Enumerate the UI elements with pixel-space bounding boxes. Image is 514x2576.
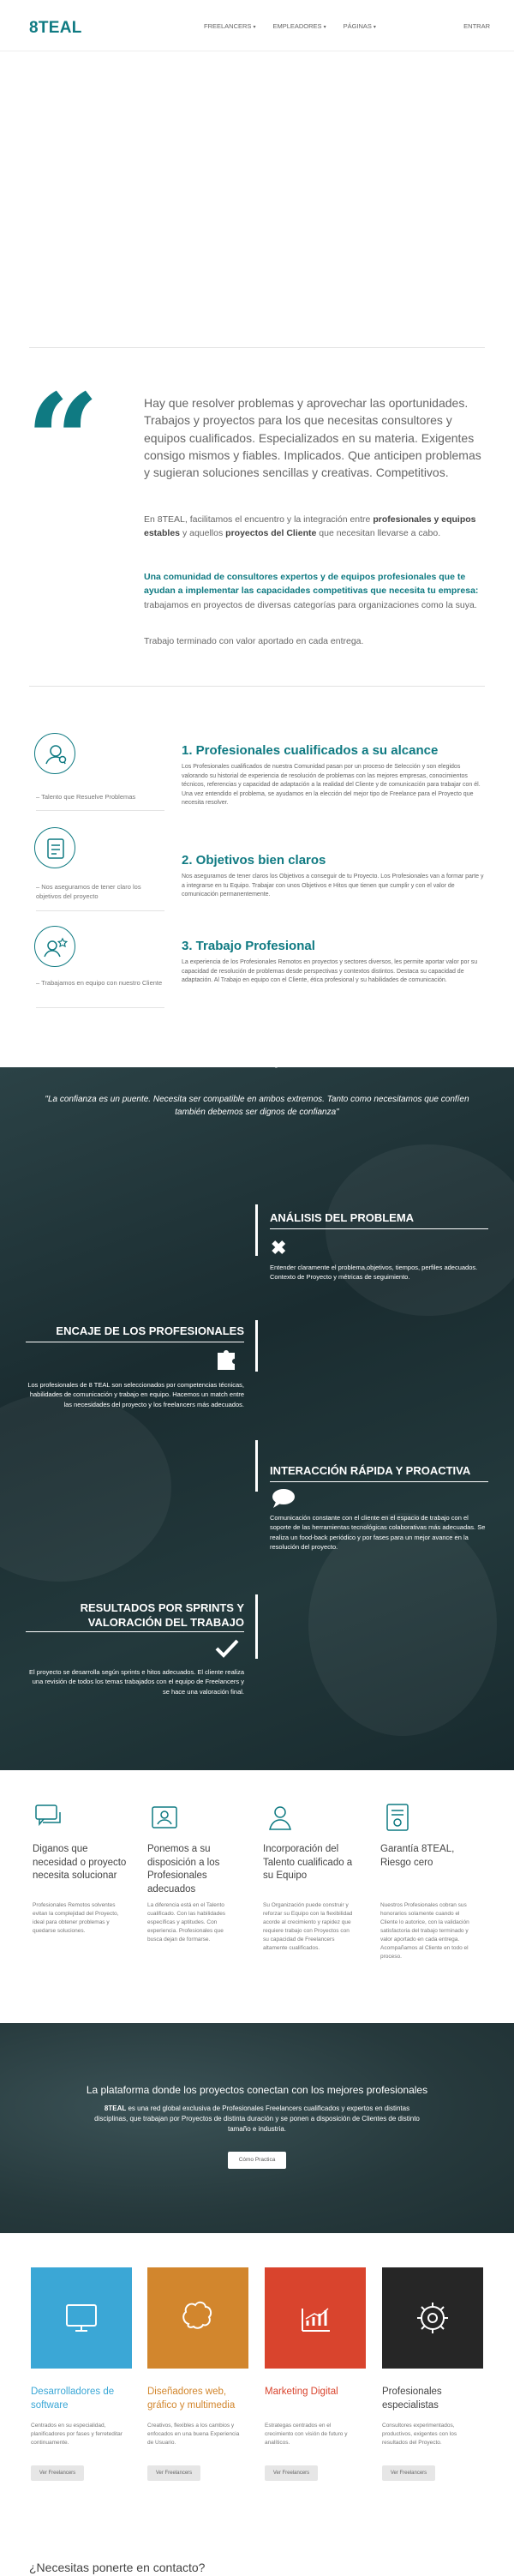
divider	[29, 686, 485, 687]
nav-label: EMPLEADORES	[272, 22, 322, 30]
step-title: RESULTADOS POR SPRINTS Y VALORACIÓN DEL T…	[17, 1601, 244, 1630]
service-title[interactable]: Profesionales especialistas	[382, 2386, 483, 2412]
feature-text: Nos aseguramos de tener claros los Objet…	[182, 874, 484, 898]
contact-heading: ¿Necesitas ponerte en contacto?	[29, 2561, 206, 2574]
text: trabajamos en proyectos de diversas cate…	[144, 599, 477, 610]
growth-chart-icon[interactable]	[265, 2267, 366, 2369]
chevron-down-icon: ▾	[323, 25, 326, 30]
feature-caption: – Talento que Resuelve Problemas	[36, 793, 136, 801]
service-title[interactable]: Desarrolladores de software	[31, 2386, 132, 2412]
nav-label: PÁGINAS	[343, 22, 372, 30]
divider	[36, 810, 164, 811]
login-link[interactable]: ENTRAR	[463, 22, 490, 32]
step-card-title: Garantía 8TEAL, Riesgo cero	[380, 1844, 455, 1868]
intro-lead: Hay que resolver problemas y aprovechar …	[144, 396, 481, 480]
step-title: ENCAJE DE LOS PROFESIONALES	[56, 1324, 244, 1337]
chevron-down-icon: ▾	[253, 25, 256, 30]
nav-label: FREELANCERS	[204, 22, 252, 30]
step-card-text: Profesionales Remotos solventes evitan l…	[33, 1902, 119, 1935]
checklist-icon	[34, 827, 75, 868]
chat-icon	[33, 1800, 67, 1834]
service-title[interactable]: Marketing Digital	[265, 2386, 366, 2399]
step-text: Los profesionales de 8 TEAL son seleccio…	[27, 1381, 244, 1408]
step-title-line: VALORACIÓN DEL TRABAJO	[87, 1615, 244, 1629]
banner-button[interactable]: Cómo Practica	[228, 2152, 286, 2169]
step-card-text: Nuestros Profesionales cobran sus honora…	[380, 1902, 469, 1961]
feature-caption: – Nos aseguramos de tener claro los obje…	[36, 883, 141, 900]
certificate-icon	[380, 1800, 415, 1834]
step-title: ANÁLISIS DEL PROBLEMA	[270, 1211, 415, 1224]
text: En 8TEAL, facilitamos el encuentro y la …	[144, 514, 374, 525]
feature-title: 3. Trabajo Profesional	[182, 939, 315, 953]
team-star-icon	[34, 926, 75, 967]
step-card-title: Ponemos a su disposición a los Profesion…	[147, 1844, 220, 1894]
divider	[270, 1481, 488, 1482]
gear-icon[interactable]	[382, 2267, 483, 2369]
id-card-icon	[147, 1800, 182, 1834]
feature-caption: – Trabajamos en equipo con nuestro Clien…	[36, 979, 163, 987]
divider	[36, 1007, 164, 1008]
divider	[36, 910, 164, 911]
nav-empleadores[interactable]: EMPLEADORES ▾	[272, 22, 326, 32]
timeline-line	[255, 1320, 258, 1372]
service-text: Creativos, flexibles a los cambios y enf…	[147, 2423, 240, 2447]
intro-paragraph-2: Una comunidad de consultores expertos y …	[144, 570, 487, 612]
service-text: Estrategas centrados en el crecimiento c…	[265, 2423, 348, 2447]
step-card-title: Diganos que necesidad o proyecto necesit…	[33, 1844, 127, 1882]
feature-title: 1. Profesionales cualificados a su alcan…	[182, 743, 439, 758]
user-icon	[263, 1800, 297, 1834]
text: es una red global exclusiva de Profesion…	[94, 2105, 420, 2133]
how-we-work-section	[0, 1067, 514, 1770]
step-card-title: Incorporación del Talento cualificado a …	[263, 1844, 353, 1882]
step-text: Comunicación constante con el cliente en…	[270, 1514, 486, 1551]
step-text: El proyecto se desarrolla según sprints …	[29, 1668, 244, 1696]
main-nav: FREELANCERS ▾ EMPLEADORES ▾ PÁGINAS ▾	[204, 22, 376, 32]
nav-freelancers[interactable]: FREELANCERS ▾	[204, 22, 255, 32]
logo[interactable]: 8TEAL	[29, 16, 82, 40]
step-title-line: RESULTADOS POR SPRINTS Y	[80, 1601, 244, 1614]
divider	[270, 1228, 488, 1229]
intro-paragraph-3: Trabajo terminado con valor aportado en …	[144, 636, 364, 646]
service-text: Consultores experimentados, productivos,…	[382, 2423, 457, 2447]
step-card-text: La diferencia está en el Talento cualifi…	[147, 1902, 226, 1943]
close-icon: ✖	[271, 1237, 287, 1258]
section-title: Cómo trabajamos	[199, 1054, 315, 1068]
section-quote: "La confianza es un puente. Necesita ser…	[45, 1095, 469, 1117]
view-freelancers-button[interactable]: Ver Freelancers	[31, 2465, 84, 2481]
text: y aquellos	[180, 528, 226, 539]
step-title: INTERACCIÓN RÁPIDA Y PROACTIVA	[270, 1464, 471, 1477]
view-freelancers-button[interactable]: Ver Freelancers	[147, 2465, 200, 2481]
view-freelancers-button[interactable]: Ver Freelancers	[382, 2465, 435, 2481]
divider	[26, 1631, 244, 1632]
brain-icon[interactable]	[147, 2267, 248, 2369]
check-icon	[214, 1637, 240, 1661]
text-highlight: Una comunidad de consultores expertos y …	[144, 572, 479, 597]
text: que necesitan llevarse a cabo.	[316, 528, 441, 539]
view-freelancers-button[interactable]: Ver Freelancers	[265, 2465, 318, 2481]
puzzle-icon	[214, 1346, 240, 1375]
step-text: Entender claramente el problema,objetivo…	[270, 1264, 478, 1282]
divider	[29, 347, 485, 348]
site-header: 8TEAL FREELANCERS ▾ EMPLEADORES ▾ PÁGINAS ▾…	[0, 0, 514, 51]
quote-mark-icon: “	[26, 366, 100, 517]
text-strong: proyectos del Cliente	[225, 528, 317, 539]
intro-paragraph-1: En 8TEAL, facilitamos el encuentro y la …	[144, 513, 487, 541]
timeline-line	[255, 1440, 258, 1492]
service-title[interactable]: Diseñadores web, gráfico y multimedia	[147, 2386, 248, 2412]
feature-text: La experiencia de los Profesionales Remo…	[182, 959, 478, 983]
banner-title: La plataforma donde los proyectos conect…	[86, 2084, 428, 2096]
text-strong: 8TEAL	[104, 2105, 127, 2112]
user-gear-icon	[34, 733, 75, 774]
step-card-text: Su Organización puede construir y reforz…	[263, 1902, 353, 1952]
chevron-down-icon: ▾	[373, 25, 376, 30]
feature-title: 2. Objetivos bien claros	[182, 853, 326, 868]
feature-text: Los Profesionales cualificados de nuestr…	[182, 764, 481, 806]
chat-bubble-icon	[271, 1487, 296, 1513]
timeline-line	[255, 1204, 258, 1256]
banner-text: 8TEAL es una red global exclusiva de Pro…	[94, 2104, 420, 2135]
service-text: Centrados en su especialidad, planificad…	[31, 2423, 123, 2447]
monitor-icon[interactable]	[31, 2267, 132, 2369]
nav-paginas[interactable]: PÁGINAS ▾	[344, 22, 376, 32]
timeline-line	[255, 1594, 258, 1659]
